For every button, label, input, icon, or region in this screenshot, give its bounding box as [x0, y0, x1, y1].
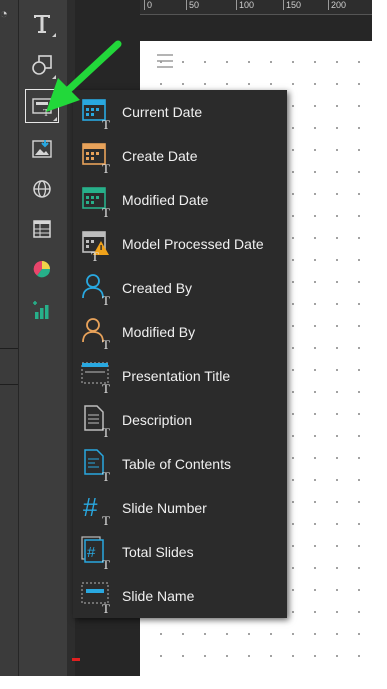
image-tool-button[interactable]	[27, 134, 57, 164]
bar-chart-icon	[33, 301, 49, 319]
document-icon: T	[84, 405, 110, 438]
menu-item-label: Modified By	[122, 324, 196, 340]
calendar-warning-icon: T	[82, 231, 109, 262]
menu-item-label: Slide Number	[122, 500, 207, 516]
menu-item-slide-name[interactable]: T Slide Name	[73, 574, 287, 618]
svg-text:T: T	[102, 337, 110, 350]
menu-item-label: Slide Name	[122, 588, 195, 604]
svg-text:#: #	[83, 492, 98, 522]
menu-item-create-date[interactable]: T Create Date	[73, 134, 287, 178]
menu-item-label: Description	[122, 412, 193, 428]
collapse-icon[interactable]: ◔	[0, 6, 8, 21]
menu-item-modified-by[interactable]: T Modified By	[73, 310, 287, 354]
ruler-label: 150	[286, 0, 302, 10]
menu-item-modified-date[interactable]: T Modified Date	[73, 178, 287, 222]
ruler-label: 0	[147, 0, 153, 10]
visual-tool-button[interactable]	[27, 254, 57, 284]
table-tool-button[interactable]	[27, 214, 57, 244]
ruler-label: 200	[331, 0, 347, 10]
dynamic-text-menu: T Current Date T Create Date T Modified …	[73, 90, 287, 618]
callout-arrow-icon	[46, 40, 122, 112]
slide-name-icon: T	[81, 582, 110, 614]
globe-icon	[33, 180, 51, 198]
menu-item-label: Current Date	[122, 104, 203, 120]
menu-item-label: Table of Contents	[122, 456, 231, 472]
pie-chart-icon	[33, 260, 51, 278]
svg-text:T: T	[102, 161, 110, 174]
total-slides-icon: #T	[81, 536, 110, 570]
menu-item-presentation-title[interactable]: T Presentation Title	[73, 354, 287, 398]
svg-text:T: T	[102, 601, 110, 614]
menu-item-model-processed-date[interactable]: T Model Processed Date	[73, 222, 287, 266]
canvas-gutter	[140, 15, 372, 41]
chart-tool-button[interactable]	[27, 296, 57, 326]
menu-item-table-of-contents[interactable]: T Table of Contents	[73, 442, 287, 486]
menu-item-slide-number[interactable]: # T Slide Number	[73, 486, 287, 530]
text-icon	[34, 15, 50, 33]
torn-edge-right	[372, 0, 387, 689]
ruler-label: 100	[239, 0, 255, 10]
svg-text:T: T	[102, 469, 110, 482]
menu-item-label: Create Date	[122, 148, 198, 164]
torn-edge-bottom	[0, 676, 387, 689]
image-icon	[32, 140, 52, 158]
svg-text:T: T	[102, 381, 110, 394]
svg-text:#: #	[87, 544, 96, 561]
svg-text:T: T	[102, 293, 110, 306]
table-icon	[33, 220, 51, 238]
menu-item-created-by[interactable]: T Created By	[73, 266, 287, 310]
web-tool-button[interactable]	[27, 174, 57, 204]
left-panel-strip: ◔	[0, 0, 19, 676]
horizontal-ruler: 0 50 100 150 200	[140, 0, 372, 15]
svg-text:T: T	[102, 205, 110, 218]
calendar-modified-icon: T	[82, 187, 110, 218]
divider	[0, 348, 18, 349]
svg-text:T: T	[102, 117, 110, 130]
menu-item-total-slides[interactable]: # T Total Slides	[73, 530, 287, 574]
svg-text:T: T	[91, 249, 99, 262]
title-icon: T	[81, 362, 110, 394]
toc-icon: T	[84, 449, 110, 482]
user-orange-icon: T	[82, 318, 110, 350]
user-blue-icon: T	[82, 274, 110, 306]
menu-item-description[interactable]: T Description	[73, 398, 287, 442]
menu-item-label: Created By	[122, 280, 193, 296]
menu-item-label: Total Slides	[122, 544, 194, 560]
svg-text:T: T	[102, 557, 110, 570]
svg-text:T: T	[102, 425, 110, 438]
menu-item-label: Modified Date	[122, 192, 209, 208]
text-tool-button[interactable]	[27, 8, 57, 38]
menu-item-label: Presentation Title	[122, 368, 231, 384]
menu-icon[interactable]	[156, 54, 174, 68]
ruler-label: 50	[189, 0, 200, 10]
divider	[0, 384, 18, 385]
calendar-create-icon: T	[82, 143, 110, 174]
menu-item-label: Model Processed Date	[122, 236, 264, 252]
svg-text:T: T	[102, 513, 110, 526]
ruler-marker	[72, 658, 80, 661]
hash-icon: # T	[83, 492, 110, 526]
